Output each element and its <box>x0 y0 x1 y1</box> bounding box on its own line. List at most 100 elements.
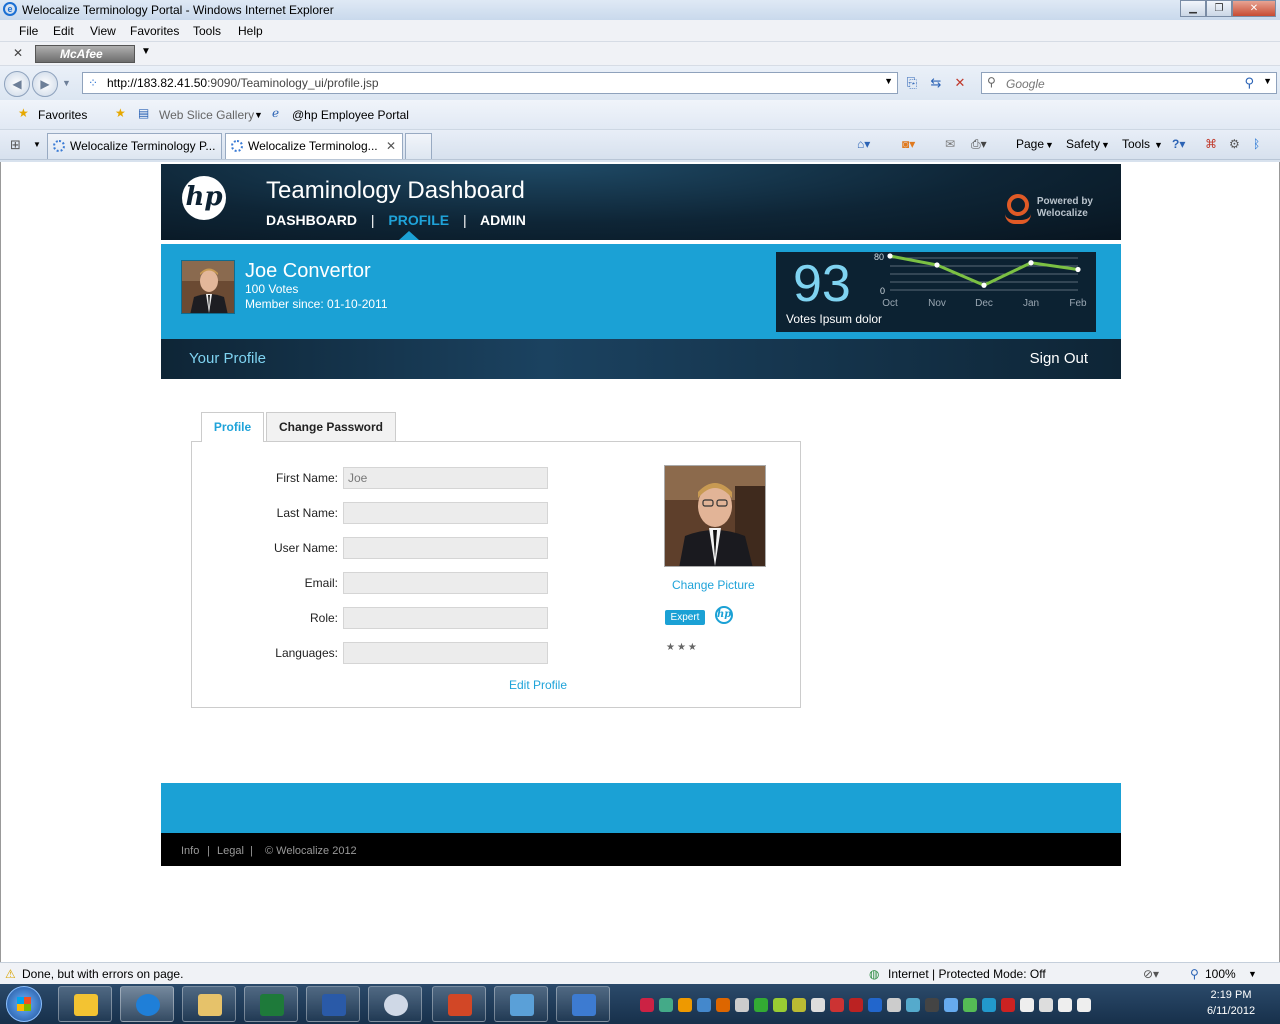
stop-icon[interactable]: ✕ <box>948 72 972 94</box>
tray-app-icon[interactable] <box>697 998 711 1012</box>
tray-app-icon[interactable] <box>830 998 844 1012</box>
add-favorite-icon[interactable]: ★ <box>115 106 126 120</box>
tray-app-icon[interactable] <box>716 998 730 1012</box>
change-picture-link[interactable]: Change Picture <box>672 578 755 592</box>
tray-app-icon[interactable] <box>1001 998 1015 1012</box>
new-tab-button[interactable] <box>405 133 432 159</box>
tray-app-icon[interactable] <box>925 998 939 1012</box>
zoom-dropdown-icon[interactable]: ▼ <box>1248 969 1257 979</box>
taskbar-explorer[interactable] <box>182 986 236 1022</box>
tools-addon-icon[interactable]: ⚙ <box>1229 137 1240 151</box>
zoom-level[interactable]: 100% <box>1205 967 1236 981</box>
nav-profile[interactable]: PROFILE <box>388 212 449 228</box>
search-icon[interactable]: ⚲ <box>1244 75 1254 91</box>
tray-app-icon[interactable] <box>678 998 692 1012</box>
minimize-button[interactable]: ▁ <box>1180 0 1206 17</box>
tray-app-icon[interactable] <box>887 998 901 1012</box>
footer-info-link[interactable]: Info <box>181 845 199 857</box>
page-menu[interactable]: Page <box>1016 137 1044 151</box>
feeds-icon[interactable]: ◙▾ <box>902 137 915 151</box>
taskbar-paint[interactable] <box>368 986 422 1022</box>
taskbar-word[interactable] <box>306 986 360 1022</box>
tray-app-icon[interactable] <box>944 998 958 1012</box>
forward-button[interactable]: ▶ <box>32 71 58 97</box>
history-dropdown-icon[interactable]: ▼ <box>62 78 71 88</box>
help-icon[interactable]: ?▾ <box>1172 137 1185 151</box>
footer-legal-link[interactable]: Legal <box>217 845 244 857</box>
refresh-icon[interactable]: ⇆ <box>924 72 948 94</box>
tray-app-icon[interactable] <box>1020 998 1034 1012</box>
menu-view[interactable]: View <box>90 24 116 38</box>
tab-list-icon[interactable]: ▼ <box>33 140 41 149</box>
address-dropdown-icon[interactable]: ▼ <box>884 76 893 86</box>
menu-file[interactable]: File <box>19 24 38 38</box>
chevron-down-icon[interactable]: ▼ <box>254 110 263 120</box>
tray-app-icon[interactable] <box>868 998 882 1012</box>
fav-hp-portal[interactable]: @hp Employee Portal <box>292 108 409 122</box>
browser-tab-2[interactable]: Welocalize Terminolog... ✕ <box>225 133 403 159</box>
address-input[interactable]: ⁘ http://183.82.41.50:9090/Teaminology_u… <box>82 72 898 94</box>
quick-tabs-icon[interactable]: ⊞ <box>10 137 21 153</box>
taskbar-photo-viewer[interactable] <box>494 986 548 1022</box>
taskbar-powerpoint[interactable] <box>432 986 486 1022</box>
safety-menu[interactable]: Safety <box>1066 137 1100 151</box>
favorites-button[interactable]: Favorites <box>38 108 87 122</box>
sign-out-link[interactable]: Sign Out <box>1030 350 1088 367</box>
menu-help[interactable]: Help <box>238 24 263 38</box>
restore-button[interactable]: ❐ <box>1206 0 1232 17</box>
network-icon[interactable] <box>1058 998 1072 1012</box>
tray-app-icon[interactable] <box>1039 998 1053 1012</box>
hp-logo[interactable]: hp <box>182 176 226 220</box>
tray-app-icon[interactable] <box>982 998 996 1012</box>
research-icon[interactable]: ⌘ <box>1205 137 1217 151</box>
mcafee-button[interactable]: McAfee <box>35 45 135 63</box>
user-name-field[interactable] <box>343 537 548 559</box>
tray-app-icon[interactable] <box>640 998 654 1012</box>
tray-app-icon[interactable] <box>963 998 977 1012</box>
tray-app-icon[interactable] <box>659 998 673 1012</box>
volume-icon[interactable] <box>1077 998 1091 1012</box>
tray-app-icon[interactable] <box>754 998 768 1012</box>
warning-icon[interactable]: ⚠ <box>5 967 16 981</box>
print-icon[interactable]: ⎙▾ <box>971 137 987 152</box>
start-button[interactable] <box>6 986 42 1022</box>
back-button[interactable]: ◀ <box>4 71 30 97</box>
nav-admin[interactable]: ADMIN <box>480 212 526 228</box>
nav-dashboard[interactable]: DASHBOARD <box>266 212 357 228</box>
chevron-down-icon[interactable]: ▼ <box>141 46 151 57</box>
taskbar-remote-app[interactable] <box>556 986 610 1022</box>
your-profile-link[interactable]: Your Profile <box>189 350 266 367</box>
protected-mode-icon[interactable]: ⊘▾ <box>1143 967 1159 981</box>
tray-app-icon[interactable] <box>773 998 787 1012</box>
menu-tools[interactable]: Tools <box>193 24 221 38</box>
bluetooth-icon[interactable]: ᛒ <box>1253 137 1260 151</box>
menu-favorites[interactable]: Favorites <box>130 24 179 38</box>
menu-edit[interactable]: Edit <box>53 24 74 38</box>
tab-change-password[interactable]: Change Password <box>266 412 396 442</box>
tray-app-icon[interactable] <box>792 998 806 1012</box>
first-name-field[interactable] <box>343 467 548 489</box>
tray-app-icon[interactable] <box>811 998 825 1012</box>
taskbar-internet-explorer[interactable] <box>120 986 174 1022</box>
email-field[interactable] <box>343 572 548 594</box>
last-name-field[interactable] <box>343 502 548 524</box>
tray-app-icon[interactable] <box>906 998 920 1012</box>
languages-field[interactable] <box>343 642 548 664</box>
tools-menu[interactable]: Tools <box>1122 137 1150 151</box>
close-tab-icon[interactable]: ✕ <box>386 134 396 158</box>
taskbar-excel[interactable] <box>244 986 298 1022</box>
tray-app-icon[interactable] <box>849 998 863 1012</box>
close-window-button[interactable]: ✕ <box>1232 0 1276 17</box>
search-input[interactable]: ⚲ Google ⚲ ▼ <box>981 72 1277 94</box>
edit-profile-link[interactable]: Edit Profile <box>509 678 567 692</box>
browser-tab-1[interactable]: Welocalize Terminology P... <box>47 133 222 159</box>
home-icon[interactable]: ⌂▾ <box>857 137 870 151</box>
compat-view-icon[interactable]: ⎘ <box>900 72 924 94</box>
taskbar-outlook[interactable] <box>58 986 112 1022</box>
search-dropdown-icon[interactable]: ▼ <box>1263 76 1272 86</box>
role-field[interactable] <box>343 607 548 629</box>
bluetooth-icon[interactable] <box>735 998 749 1012</box>
security-zone[interactable]: Internet | Protected Mode: Off <box>888 967 1046 981</box>
tab-profile[interactable]: Profile <box>201 412 264 442</box>
close-toolbar-icon[interactable]: ✕ <box>13 46 23 60</box>
